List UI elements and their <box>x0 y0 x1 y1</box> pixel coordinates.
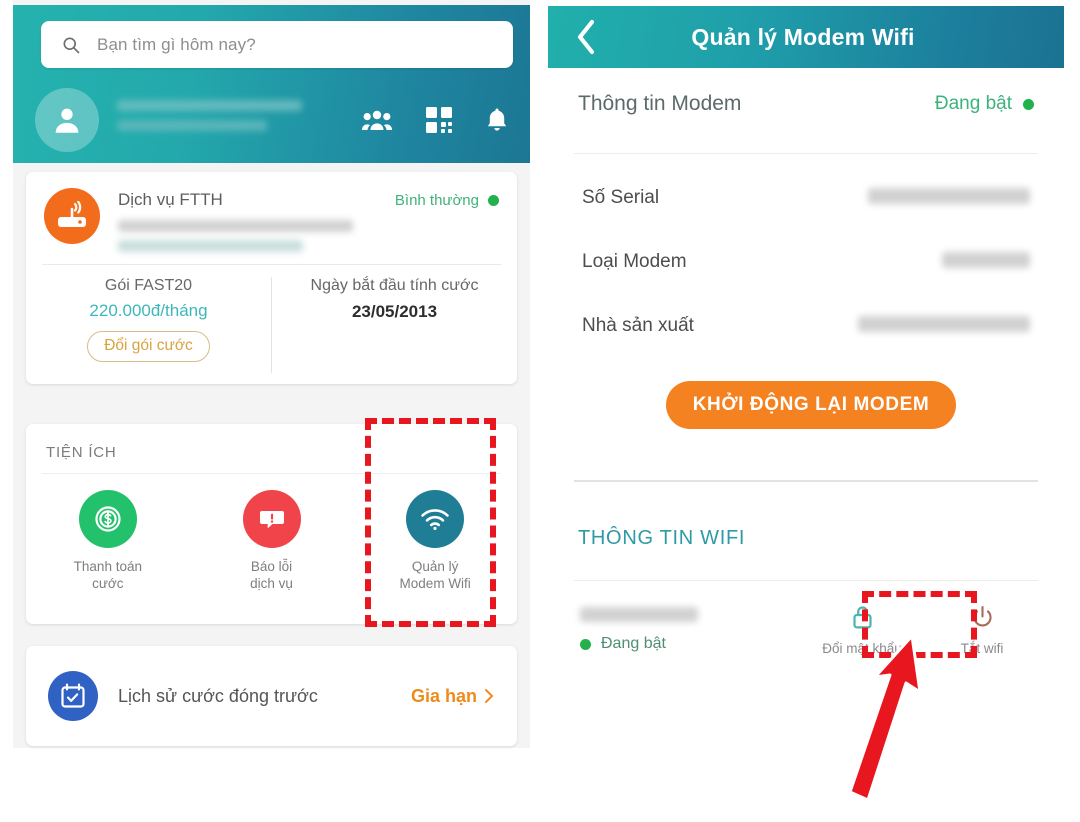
header-icon-group <box>362 107 508 133</box>
utility-item-payment[interactable]: Thanh toán cước <box>26 490 190 592</box>
utility-item-report-error[interactable]: Báo lỗi dịch vụ <box>190 490 354 592</box>
alert-message-icon-circle <box>242 490 301 548</box>
info-value-modem-type-redacted <box>942 251 1030 273</box>
utility-label-line1: Báo lỗi <box>250 559 293 574</box>
wifi-actions: Đổi mật khẩu Tắt wifi <box>812 604 1032 656</box>
prepaid-history-card[interactable]: Lịch sử cước đóng trước Gia hạn <box>26 646 517 746</box>
utility-label-line2: cước <box>92 576 124 591</box>
utility-label-line1: Quản lý <box>411 559 459 574</box>
right-phone-screen: Quản lý Modem Wifi Thông tin Modem Đang … <box>548 0 1064 775</box>
info-label-manufacturer: Nhà sản xuất <box>582 315 694 336</box>
search-placeholder: Bạn tìm gì hôm nay? <box>97 34 256 54</box>
left-phone-screen: Bạn tìm gì hôm nay? Dịch vụ FTTH Bình th… <box>13 0 530 748</box>
info-row-serial: Số Serial <box>548 183 1064 213</box>
divider <box>574 153 1038 154</box>
status-dot-icon <box>1023 98 1034 110</box>
plan-row: Gói FAST20 220.000đ/tháng Đổi gói cước N… <box>26 265 517 373</box>
service-card[interactable]: Dịch vụ FTTH Bình thường Gói FAST20 220.… <box>26 172 517 384</box>
wifi-status-text: Đang bật <box>601 635 666 652</box>
power-icon <box>972 605 992 627</box>
info-row-modem-type: Loại Modem <box>548 247 1064 277</box>
status-dot-icon <box>580 638 591 650</box>
info-label-modem-type: Loại Modem <box>582 251 687 272</box>
utility-label-line1: Thanh toán <box>73 559 142 574</box>
prepaid-history-label: Lịch sử cước đóng trước <box>118 685 318 706</box>
turn-off-wifi-action[interactable]: Tắt wifi <box>932 604 1032 656</box>
qr-code-icon[interactable] <box>426 107 452 133</box>
service-texts: Dịch vụ FTTH <box>118 188 395 260</box>
utility-label-modem-wifi: Quản lý Modem Wifi <box>353 558 517 592</box>
profile-name-redacted <box>117 100 317 140</box>
renew-label: Gia hạn <box>410 685 477 706</box>
app-header: Bạn tìm gì hôm nay? <box>13 5 530 163</box>
avatar[interactable] <box>35 88 99 152</box>
wifi-ssid-redacted <box>580 607 698 622</box>
service-status-text: Bình thường <box>394 192 479 209</box>
divider <box>574 480 1038 482</box>
person-icon <box>55 108 79 133</box>
turn-off-wifi-label: Tắt wifi <box>960 641 1004 656</box>
profile-row <box>13 77 530 163</box>
status-dot-icon <box>488 195 499 206</box>
modem-status-text: Đang bật <box>934 93 1012 114</box>
bell-icon[interactable] <box>486 107 508 133</box>
wifi-identity: Đang bật <box>580 607 698 653</box>
wifi-icon-circle <box>406 490 465 548</box>
lock-icon <box>852 606 872 629</box>
utility-label-line2: dịch vụ <box>250 576 293 591</box>
modem-info-header: Thông tin Modem Đang bật <box>548 92 1064 116</box>
chevron-left-icon[interactable] <box>574 18 598 56</box>
dollar-coin-icon-circle <box>78 490 137 548</box>
change-password-label: Đổi mật khẩu <box>822 641 902 656</box>
info-value-serial-redacted <box>868 187 1030 209</box>
service-status: Bình thường <box>395 188 499 209</box>
modem-info-title: Thông tin Modem <box>578 92 742 115</box>
plan-column: Gói FAST20 220.000đ/tháng Đổi gói cước <box>26 277 271 373</box>
change-plan-button[interactable]: Đổi gói cước <box>87 331 210 362</box>
renew-link[interactable]: Gia hạn <box>411 686 495 707</box>
router-icon <box>58 201 86 227</box>
restart-modem-button[interactable]: KHỞI ĐỘNG LẠI MODEM <box>666 381 956 429</box>
utilities-row: Thanh toán cước Báo lỗi dịch vụ Quản lý … <box>26 474 517 592</box>
billing-column: Ngày bắt đầu tính cước 23/05/2013 <box>271 277 517 373</box>
wifi-icon <box>421 509 449 530</box>
modem-status: Đang bật <box>935 93 1034 115</box>
wifi-status: Đang bật <box>580 635 698 653</box>
info-label-serial: Số Serial <box>582 187 660 208</box>
wifi-row: Đang bật Đổi mật khẩu Tắt wifi <box>548 590 1064 670</box>
page-title: Quản lý Modem Wifi <box>691 23 915 50</box>
router-icon-circle <box>44 188 100 244</box>
service-title: Dịch vụ FTTH <box>118 190 223 209</box>
info-row-manufacturer: Nhà sản xuất <box>548 311 1064 341</box>
info-value-manufacturer-redacted <box>858 315 1030 337</box>
change-password-action[interactable]: Đổi mật khẩu <box>812 604 912 656</box>
utilities-title: TIỆN ÍCH <box>46 444 117 461</box>
dollar-coin-icon <box>95 506 121 532</box>
utility-label-report-error: Báo lỗi dịch vụ <box>190 558 354 592</box>
page-header: Quản lý Modem Wifi <box>548 6 1064 68</box>
plan-price: 220.000đ/tháng <box>89 301 208 320</box>
contacts-icon[interactable] <box>362 109 392 131</box>
alert-message-icon <box>259 511 284 529</box>
service-top-row: Dịch vụ FTTH Bình thường <box>26 172 517 256</box>
utility-item-modem-wifi[interactable]: Quản lý Modem Wifi <box>353 490 517 592</box>
chevron-right-icon <box>485 689 494 703</box>
prepaid-history-row: Lịch sử cước đóng trước Gia hạn <box>26 646 517 746</box>
wifi-section-title: THÔNG TIN WIFI <box>578 527 746 549</box>
billing-start-date: 23/05/2013 <box>351 302 438 321</box>
billing-start-label: Ngày bắt đầu tính cước <box>310 277 479 294</box>
utility-label-payment: Thanh toán cước <box>26 558 190 592</box>
calendar-check-icon-circle <box>48 671 98 721</box>
plan-name: Gói FAST20 <box>104 277 193 294</box>
search-icon <box>63 37 80 53</box>
divider <box>574 580 1038 581</box>
utilities-card: TIỆN ÍCH Thanh toán cước Báo lỗi dịch vụ… <box>26 424 517 624</box>
calendar-check-icon <box>61 683 85 708</box>
utility-label-line2: Modem Wifi <box>399 576 471 591</box>
service-account-redacted <box>118 220 395 252</box>
search-bar[interactable]: Bạn tìm gì hôm nay? <box>41 21 513 68</box>
